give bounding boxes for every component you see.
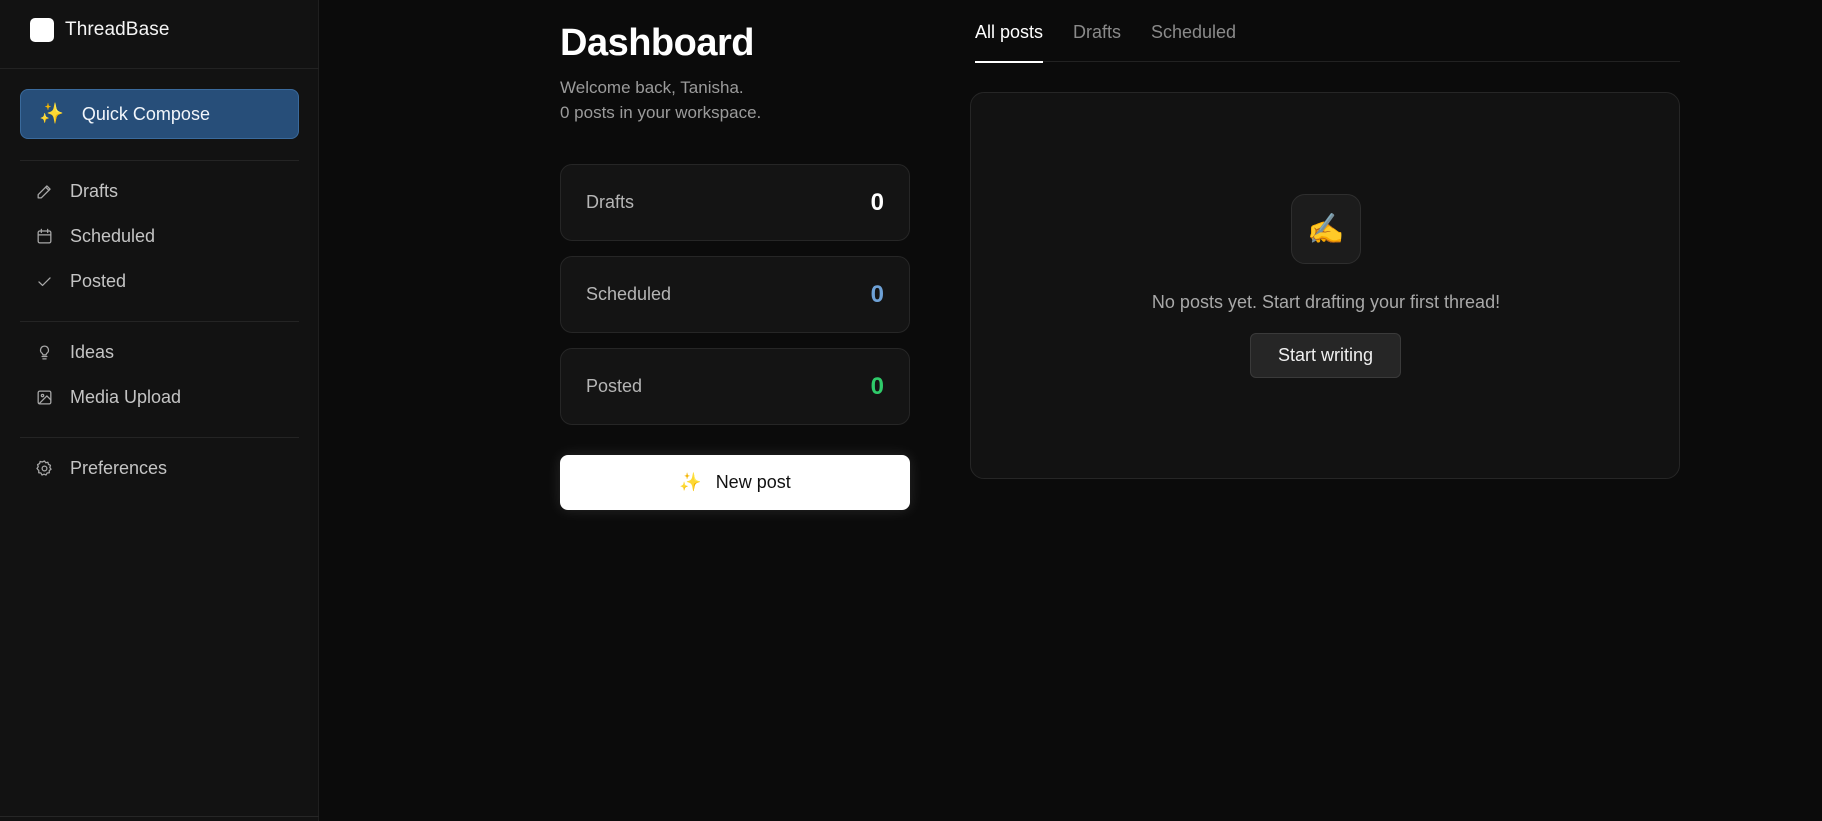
divider xyxy=(20,437,299,438)
sidebar: ThreadBase ✨ Quick Compose Drafts Schedu… xyxy=(0,0,319,821)
stat-label: Scheduled xyxy=(586,284,672,304)
divider xyxy=(20,160,299,161)
divider xyxy=(0,816,319,817)
quick-compose-button[interactable]: ✨ Quick Compose xyxy=(20,89,299,139)
sidebar-item-drafts[interactable]: Drafts xyxy=(20,171,299,211)
post-tabs: All posts Drafts Scheduled xyxy=(975,0,1680,63)
writing-hand-icon: ✍️ xyxy=(1291,194,1361,264)
stat-card-drafts[interactable]: Drafts 0 xyxy=(560,164,910,241)
tab-scheduled[interactable]: Scheduled xyxy=(1151,22,1236,62)
sidebar-item-label: Preferences xyxy=(70,457,168,478)
sidebar-item-scheduled[interactable]: Scheduled xyxy=(20,216,299,256)
stat-card-posted[interactable]: Posted 0 xyxy=(560,348,910,425)
sidebar-item-label: Media Upload xyxy=(70,386,182,407)
new-post-label: New post xyxy=(715,472,791,492)
sparkles-icon: ✨ xyxy=(39,103,64,125)
app-root: ThreadBase ✨ Quick Compose Drafts Schedu… xyxy=(0,0,1822,821)
check-icon xyxy=(34,271,54,291)
sidebar-item-media-upload[interactable]: Media Upload xyxy=(20,377,299,417)
sparkles-icon: ✨ xyxy=(679,472,702,492)
tab-all-posts[interactable]: All posts xyxy=(975,22,1044,63)
stat-label: Posted xyxy=(586,376,643,396)
quick-compose-label: Quick Compose xyxy=(81,103,210,124)
empty-state-message: No posts yet. Start drafting your first … xyxy=(1151,292,1501,312)
stat-value: 0 xyxy=(870,372,884,400)
gear-icon xyxy=(34,458,54,478)
stat-value: 0 xyxy=(870,280,884,308)
sidebar-item-label: Posted xyxy=(70,270,127,291)
tab-drafts[interactable]: Drafts xyxy=(1073,22,1121,62)
brand-name: ThreadBase xyxy=(65,18,170,40)
divider xyxy=(0,68,319,69)
new-post-button[interactable]: ✨ New post xyxy=(560,455,910,510)
start-writing-button[interactable]: Start writing xyxy=(1250,333,1401,378)
sidebar-item-label: Drafts xyxy=(70,180,119,201)
lightbulb-icon xyxy=(34,342,54,362)
sidebar-item-label: Scheduled xyxy=(70,225,156,246)
sidebar-item-label: Ideas xyxy=(70,341,115,362)
empty-state-card: ✍️ No posts yet. Start drafting your fir… xyxy=(970,92,1680,479)
pencil-icon xyxy=(34,181,54,201)
post-count-text: 0 posts in your workspace. xyxy=(560,103,762,122)
divider xyxy=(20,321,299,322)
calendar-icon xyxy=(34,226,54,246)
logo-icon xyxy=(30,17,54,42)
sidebar-item-preferences[interactable]: Preferences xyxy=(20,448,299,488)
stat-card-scheduled[interactable]: Scheduled 0 xyxy=(560,256,910,333)
stat-label: Drafts xyxy=(586,192,635,212)
sidebar-item-posted[interactable]: Posted xyxy=(20,261,299,301)
brand[interactable]: ThreadBase xyxy=(30,17,170,42)
stat-value: 0 xyxy=(870,188,884,216)
sidebar-item-ideas[interactable]: Ideas xyxy=(20,332,299,372)
page-title: Dashboard xyxy=(560,22,754,64)
image-icon xyxy=(34,387,54,407)
welcome-text: Welcome back, Tanisha. xyxy=(560,78,744,97)
